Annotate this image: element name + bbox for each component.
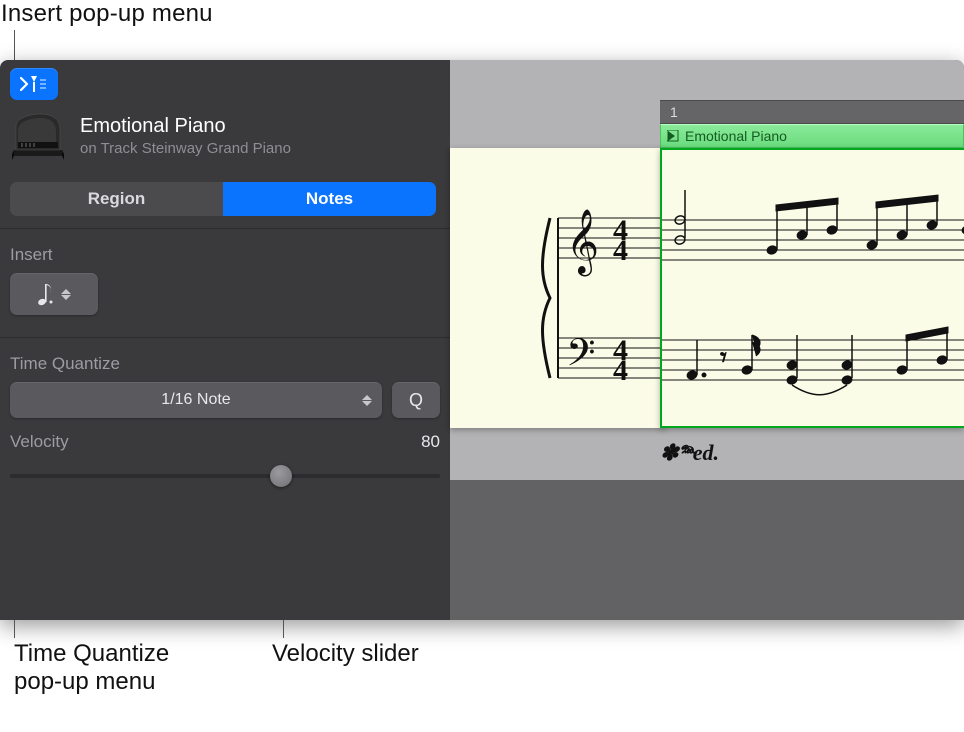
grand-staff-clefs: 𝄞 𝄢 4 4 4 4 [458,178,663,398]
inspector-sidebar: Insert Time Quantize 1/16 Note [0,228,450,512]
slider-track [10,474,440,478]
score-region-body[interactable]: 𝄾 [660,148,964,428]
track-header: Emotional Piano on Track Steinway Grand … [10,112,291,160]
tab-region[interactable]: Region [10,182,223,216]
time-quantize-label: Time Quantize [10,354,440,374]
divider [0,337,450,338]
catch-playhead-button[interactable] [10,68,58,100]
inspector-tabs: Region Notes [10,182,436,216]
track-title: Emotional Piano [80,115,291,138]
time-quantize-popup[interactable]: 1/16 Note [10,382,382,418]
svg-text:4: 4 [613,334,628,367]
score-editor-area: 1 Emotional Piano [450,60,964,620]
region-triangle-icon [667,130,679,142]
svg-text:4: 4 [613,214,628,247]
svg-text:𝄞: 𝄞 [566,209,599,276]
dim-overlay [450,480,964,620]
editor-panel: Emotional Piano on Track Steinway Grand … [0,60,964,620]
track-subtitle: on Track Steinway Grand Piano [80,140,291,157]
svg-text:𝄢: 𝄢 [566,332,596,383]
slider-thumb[interactable] [270,465,292,487]
svg-text:4: 4 [613,234,628,267]
svg-text:4: 4 [613,354,628,387]
callout-insert-popup: Insert pop-up menu [1,0,213,28]
catch-playhead-icon [19,74,49,94]
tab-notes[interactable]: Notes [223,182,436,216]
bar-ruler[interactable]: 1 [660,100,964,124]
velocity-value: 80 [421,432,440,452]
velocity-label: Velocity [10,432,69,452]
quantize-button[interactable]: Q [392,382,440,418]
svg-text:𝄾: 𝄾 [720,343,727,372]
score-notes: 𝄾 [662,180,964,400]
dotted-eighth-note-icon [37,281,55,307]
pedal-marking: ✽𝆮ed. [660,440,719,466]
region-header[interactable]: Emotional Piano [660,124,964,148]
velocity-slider[interactable] [10,462,440,490]
piano-instrument-icon [10,112,66,160]
callout-time-quantize-popup: Time Quantize pop-up menu [14,640,169,696]
bar-number: 1 [670,104,678,120]
callout-velocity-slider: Velocity slider [272,640,419,668]
time-quantize-value: 1/16 Note [161,391,230,409]
stepper-icon [362,395,372,406]
insert-popup[interactable] [10,273,98,315]
insert-label: Insert [10,245,440,265]
callout-leader-line [14,30,15,60]
region-name: Emotional Piano [685,128,787,144]
stepper-icon [61,289,71,300]
score-page-left: 𝄞 𝄢 4 4 4 4 [450,148,665,428]
